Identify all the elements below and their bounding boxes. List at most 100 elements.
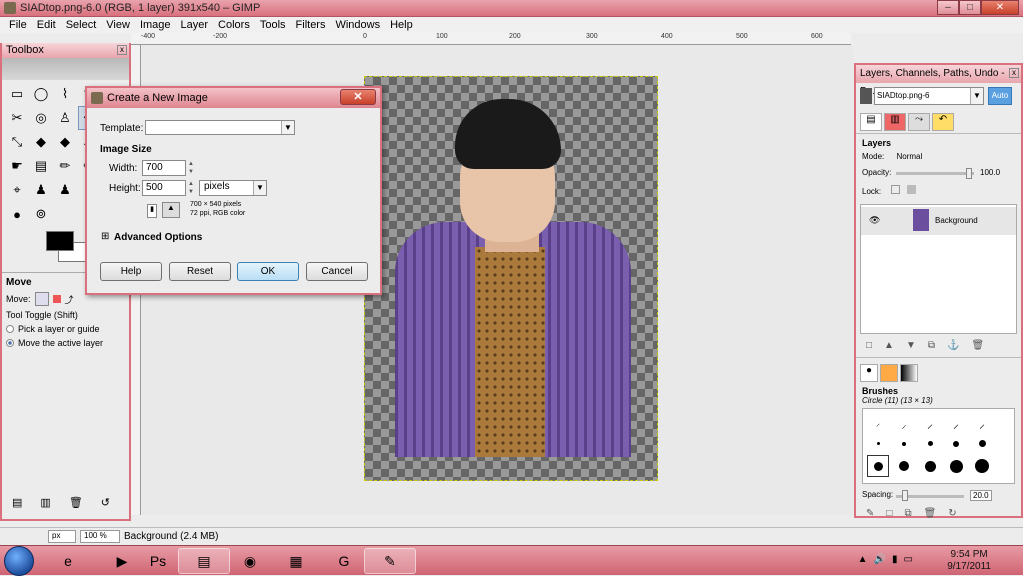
- folder-taskbar-icon[interactable]: ◉: [224, 548, 276, 574]
- menu-select[interactable]: Select: [61, 17, 102, 33]
- opacity-slider[interactable]: [896, 172, 974, 175]
- unit-select[interactable]: px: [48, 530, 76, 543]
- show-hidden-icons-icon[interactable]: ▲: [858, 554, 868, 565]
- help-button[interactable]: Help: [100, 262, 162, 281]
- cancel-button[interactable]: Cancel: [306, 262, 368, 281]
- height-spinner-icon[interactable]: ▲ ▼: [187, 180, 195, 196]
- menu-view[interactable]: View: [101, 17, 135, 33]
- clock[interactable]: 9:54 PM 9/17/2011: [947, 549, 991, 573]
- move-layer-icon[interactable]: [34, 292, 49, 306]
- rotate-tool-icon[interactable]: ◆: [30, 130, 52, 154]
- tab-layers[interactable]: ▤: [860, 113, 882, 131]
- image-select[interactable]: SIADtop.png-6 ▼: [874, 87, 984, 105]
- unit-select[interactable]: pixels ▼: [199, 180, 267, 196]
- foreground-color-swatch[interactable]: [46, 231, 74, 251]
- width-field[interactable]: 700: [142, 160, 186, 176]
- rect-select-tool-icon[interactable]: ▭: [6, 82, 28, 106]
- network-icon[interactable]: ▮: [892, 554, 898, 565]
- bucket-fill-tool-icon[interactable]: ☛: [6, 154, 28, 178]
- advanced-options-expander[interactable]: Advanced Options: [114, 232, 202, 243]
- opacity-value[interactable]: 100.0: [980, 168, 1000, 177]
- landscape-icon[interactable]: ▲: [162, 202, 180, 218]
- delete-options-icon[interactable]: 🗑: [69, 496, 83, 509]
- layer-row-background[interactable]: 👁 Background: [861, 207, 1016, 235]
- lower-layer-icon[interactable]: ▼: [906, 340, 916, 351]
- opacity-slider-handle[interactable]: [966, 168, 972, 179]
- brush-preview[interactable]: [876, 442, 880, 445]
- pick-layer-radio[interactable]: [6, 325, 14, 333]
- menu-image[interactable]: Image: [135, 17, 176, 33]
- tab-undo[interactable]: ↶: [932, 113, 954, 131]
- menu-layer[interactable]: Layer: [176, 17, 214, 33]
- duplicate-brush-icon[interactable]: ⧉: [904, 508, 911, 519]
- eye-visibility-icon[interactable]: 👁: [869, 215, 880, 226]
- lock-pixels-icon[interactable]: [891, 185, 901, 194]
- pick-layer-option[interactable]: Pick a layer or guide: [6, 324, 125, 334]
- chevron-down-icon[interactable]: ▼: [253, 181, 266, 195]
- close-button[interactable]: ✕: [981, 0, 1019, 15]
- pencil-tool-icon[interactable]: ✏: [54, 154, 76, 178]
- portrait-icon[interactable]: ▮: [147, 204, 157, 218]
- chevron-down-icon[interactable]: ▼: [281, 121, 294, 134]
- scissors-tool-icon[interactable]: ✂: [6, 106, 28, 130]
- menu-tools[interactable]: Tools: [255, 17, 291, 33]
- close-icon[interactable]: x: [1009, 68, 1019, 78]
- crop-tool-icon[interactable]: ⤡: [6, 130, 28, 154]
- photoshop-taskbar-icon[interactable]: ▤: [178, 548, 230, 574]
- dialog-close-button[interactable]: ✕: [340, 89, 376, 105]
- menu-windows[interactable]: Windows: [330, 17, 385, 33]
- tab-gradients[interactable]: [900, 364, 918, 382]
- brush-preview[interactable]: [924, 460, 936, 472]
- save-options-icon[interactable]: ▤: [12, 496, 22, 509]
- ink-tool-icon[interactable]: ♟: [30, 178, 52, 202]
- anchor-layer-icon[interactable]: ⚓: [947, 340, 959, 351]
- brush-preview[interactable]: [899, 461, 909, 471]
- template-select[interactable]: ▼: [145, 120, 295, 135]
- blend-tool-icon[interactable]: ▤: [30, 154, 52, 178]
- explorer-taskbar-icon[interactable]: e: [42, 548, 94, 574]
- brush-preview[interactable]: [978, 440, 986, 447]
- dialog-title-bar[interactable]: Create a New Image ✕: [87, 88, 380, 108]
- height-field[interactable]: 500: [142, 180, 186, 196]
- tab-brushes[interactable]: ●: [860, 364, 878, 382]
- menu-help[interactable]: Help: [385, 17, 418, 33]
- free-select-tool-icon[interactable]: ⌇: [54, 82, 76, 106]
- tab-patterns[interactable]: [880, 364, 898, 382]
- mode-select[interactable]: Normal: [896, 152, 922, 161]
- minimize-button[interactable]: –: [937, 0, 959, 15]
- image-canvas[interactable]: [364, 76, 658, 481]
- refresh-brushes-icon[interactable]: ↻: [948, 508, 956, 519]
- delete-brush-icon[interactable]: 🗑: [924, 508, 937, 519]
- brush-grid[interactable]: ⸝ ⸝ ⸝ ⸝ ⸝: [862, 408, 1015, 484]
- new-brush-icon[interactable]: □: [886, 508, 892, 519]
- zoom-select[interactable]: 100 %: [80, 530, 120, 543]
- lock-alpha-icon[interactable]: [906, 185, 916, 194]
- dodge-burn-tool-icon[interactable]: ⊚: [30, 202, 52, 226]
- airbrush-tool-icon[interactable]: ⌖: [6, 178, 28, 202]
- edit-brush-icon[interactable]: ✎: [866, 508, 874, 519]
- duplicate-layer-icon[interactable]: ⧉: [928, 340, 935, 351]
- menu-filters[interactable]: Filters: [291, 17, 331, 33]
- brush-preview[interactable]: ⸝: [927, 415, 933, 432]
- gimp-taskbar-icon[interactable]: ✎: [364, 548, 416, 574]
- foreground-select-tool-icon[interactable]: ◎: [30, 106, 52, 130]
- brush-preview[interactable]: [975, 459, 989, 473]
- spacing-value[interactable]: 20.0: [970, 490, 992, 501]
- scale-tool-icon[interactable]: ◆: [54, 130, 76, 154]
- brush-preview[interactable]: ⸝: [979, 415, 985, 432]
- tab-paths[interactable]: ⤳: [908, 113, 930, 131]
- menu-colors[interactable]: Colors: [213, 17, 255, 33]
- move-active-layer-option[interactable]: Move the active layer: [6, 338, 125, 348]
- brush-preview[interactable]: [949, 459, 963, 473]
- reset-options-icon[interactable]: ↺: [101, 496, 110, 509]
- start-button[interactable]: [4, 546, 34, 576]
- brush-preview[interactable]: ⸝: [876, 418, 880, 429]
- battery-icon[interactable]: ▭: [904, 554, 913, 565]
- menu-edit[interactable]: Edit: [32, 17, 61, 33]
- smudge-tool-icon[interactable]: ●: [6, 202, 28, 226]
- spacing-slider-handle[interactable]: [902, 490, 908, 501]
- brush-preview[interactable]: ⸝: [953, 415, 959, 432]
- brush-preview[interactable]: [902, 441, 906, 446]
- chevron-down-icon[interactable]: ▼: [970, 88, 983, 104]
- expander-icon[interactable]: ⊞: [101, 231, 109, 242]
